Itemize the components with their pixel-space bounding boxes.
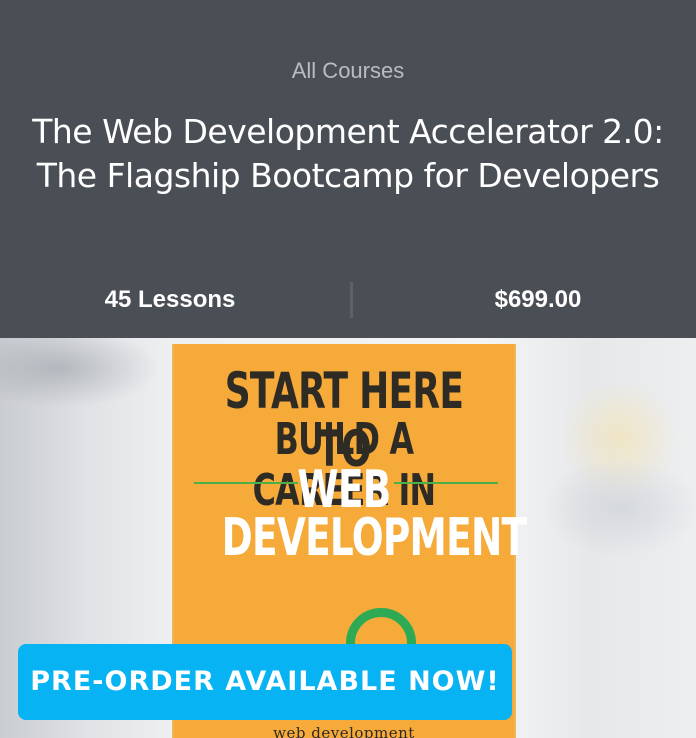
breadcrumb-all-courses[interactable]: All Courses [0,58,696,84]
course-title-line2: The Flagship Bootcamp for Developers [36,156,660,195]
pre-order-button[interactable]: PRE-ORDER AVAILABLE NOW! [18,644,512,720]
book-cover-subtitle: web development [273,724,415,738]
course-header: All Courses The Web Development Accelera… [0,0,696,338]
course-title-line1: The Web Development Accelerator 2.0: [32,112,664,151]
stats-divider [350,282,353,318]
book-cover-line4: DEVELOPMENT [221,508,528,568]
course-title: The Web Development Accelerator 2.0: The… [20,110,676,198]
course-stats: 45 Lessons $699.00 [0,280,696,320]
background-blur [540,458,696,558]
background-blur [0,338,160,408]
lessons-count: 45 Lessons [104,286,236,313]
course-price: $699.00 [494,286,582,313]
